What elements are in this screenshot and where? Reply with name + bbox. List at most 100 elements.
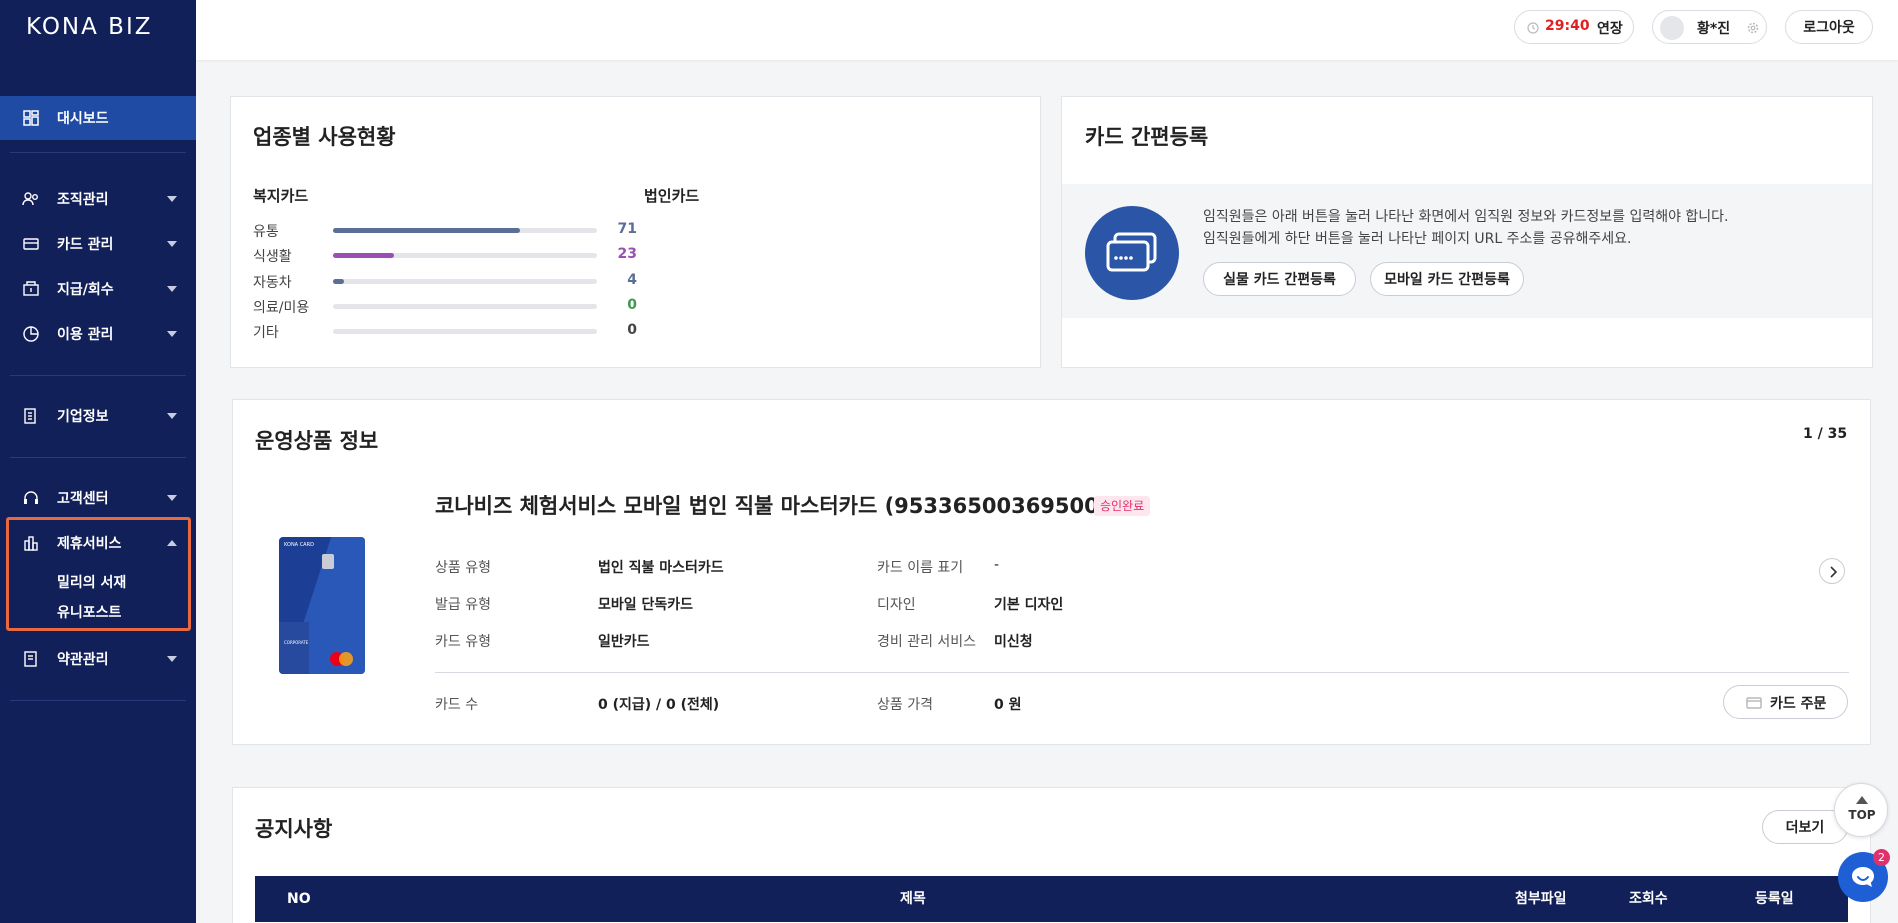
usage-bar-track [333, 329, 597, 334]
register-guide-line2: 임직원들에게 하단 버튼을 눌러 나타난 페이지 URL 주소를 공유해주세요. [1203, 231, 1632, 247]
price-label: 상품 가격 [877, 697, 933, 713]
card-icon [23, 238, 39, 250]
card-order-button[interactable]: 카드 주문 [1723, 685, 1848, 719]
status-badge: 승인완료 [1094, 496, 1151, 516]
usage-bar-fill [333, 253, 394, 258]
gear-icon[interactable] [1746, 21, 1760, 35]
sidebar-divider [10, 700, 186, 701]
usage-bar-track [333, 279, 597, 284]
chat-button[interactable]: 2 [1838, 849, 1890, 902]
chevron-down-icon [167, 413, 177, 419]
column-header-no[interactable]: NO [287, 876, 311, 922]
issue-type-value: 모바일 단독카드 [598, 597, 694, 613]
card-face-brand: KONA CARD [284, 542, 314, 548]
card-title: 업종별 사용현황 [253, 125, 396, 149]
clock-icon [1527, 22, 1539, 34]
design-label: 디자인 [877, 597, 916, 613]
sidebar-item-payment[interactable]: 지급/회수 [0, 267, 196, 311]
arrow-up-icon [1856, 796, 1868, 804]
user-profile[interactable]: 황*진 [1652, 10, 1767, 44]
design-value: 기본 디자인 [994, 597, 1064, 613]
usage-bar-fill [333, 228, 521, 233]
usage-bar-row: 유통 71 [253, 221, 637, 241]
credit-card-icon [1106, 232, 1157, 272]
sidebar-item-dashboard[interactable]: 대시보드 [0, 96, 196, 140]
usage-value: 4 [627, 272, 637, 288]
column-header-attachment[interactable]: 첨부파일 [1515, 876, 1567, 922]
sidebar-item-terms[interactable]: 약관관리 [0, 637, 196, 681]
sidebar-item-usage[interactable]: 이용 관리 [0, 312, 196, 356]
usage-category-label: 기타 [253, 325, 279, 341]
price-value: 0 원 [994, 697, 1022, 713]
sidebar: KONA BIZ 대시보드 조직관리 카드 관리 지급/회수 이용 관리 기업정… [0, 0, 196, 923]
product-type-value: 법인 직불 마스터카드 [598, 560, 724, 576]
chat-icon [1852, 867, 1874, 887]
expense-service-label: 경비 관리 서비스 [877, 634, 977, 650]
sidebar-item-organization[interactable]: 조직관리 [0, 177, 196, 221]
next-product-button[interactable] [1819, 558, 1845, 584]
top-bar: 29:40 연장 황*진 로그아웃 [196, 0, 1898, 60]
top-label: TOP [1848, 808, 1876, 822]
organization-icon [22, 192, 38, 206]
chevron-down-icon [167, 196, 177, 202]
name-display-value: - [994, 557, 1000, 573]
card-register-illustration [1085, 206, 1179, 300]
corporate-card-label: 법인카드 [644, 187, 700, 205]
physical-card-register-button[interactable]: 실물 카드 간편등록 [1203, 262, 1356, 296]
sidebar-item-company-info[interactable]: 기업정보 [0, 394, 196, 438]
card-chip [322, 554, 334, 569]
company-icon [24, 408, 36, 424]
sidebar-item-card-management[interactable]: 카드 관리 [0, 222, 196, 266]
card-title: 카드 간편등록 [1085, 125, 1209, 149]
usage-category-label: 의료/미용 [253, 300, 310, 316]
mobile-card-register-button[interactable]: 모바일 카드 간편등록 [1370, 262, 1524, 296]
issue-type-label: 발급 유형 [435, 597, 491, 613]
logout-button[interactable]: 로그아웃 [1785, 10, 1873, 44]
usage-bar-track [333, 228, 597, 233]
register-guide-line1: 임직원들은 아래 버튼을 눌러 나타난 화면에서 임직원 정보와 카드정보를 입… [1203, 209, 1729, 225]
notice-table-header: NO 제목 첨부파일 조회수 등록일 [255, 876, 1848, 922]
product-type-label: 상품 유형 [435, 560, 491, 576]
terms-document-icon [24, 651, 37, 667]
chat-badge: 2 [1873, 849, 1890, 866]
extend-button[interactable]: 연장 [1597, 18, 1623, 38]
name-display-label: 카드 이름 표기 [877, 560, 964, 576]
chevron-down-icon [167, 495, 177, 501]
user-name: 황*진 [1697, 21, 1731, 37]
card-face-tag: CORPORATE [284, 640, 309, 645]
info-divider [435, 672, 1849, 673]
sidebar-divider [10, 457, 186, 458]
notice-card: 공지사항 더보기 NO 제목 첨부파일 조회수 등록일 [232, 787, 1871, 923]
sidebar-item-label: 지급/회수 [57, 282, 114, 298]
sidebar-divider [10, 152, 186, 153]
expense-service-value: 미신청 [994, 634, 1033, 650]
card-count-label: 카드 수 [435, 697, 479, 713]
sidebar-item-label: 대시보드 [57, 111, 109, 127]
card-face-image: KONA CARD CORPORATE [279, 537, 365, 674]
usage-category-label: 자동차 [253, 275, 292, 291]
session-timer: 29:40 연장 [1514, 10, 1634, 44]
usage-bar-track [333, 253, 597, 258]
usage-bar-row: 의료/미용 0 [253, 297, 637, 317]
timer-value: 29:40 [1545, 18, 1590, 34]
kona-biz-logo[interactable]: KONA BIZ [26, 14, 153, 40]
usage-category-label: 유통 [253, 224, 279, 240]
column-header-date[interactable]: 등록일 [1755, 876, 1794, 922]
sidebar-item-label: 조직관리 [57, 192, 109, 208]
dashboard-icon [23, 110, 39, 126]
chevron-down-icon [167, 656, 177, 662]
chevron-down-icon [167, 241, 177, 247]
avatar [1660, 16, 1684, 40]
sidebar-item-customer-center[interactable]: 고객센터 [0, 476, 196, 520]
usage-category-label: 식생활 [253, 249, 292, 265]
card-title: 공지사항 [255, 817, 333, 841]
column-header-views[interactable]: 조회수 [1629, 876, 1668, 922]
scroll-top-button[interactable]: TOP [1834, 783, 1888, 837]
headset-icon [24, 491, 38, 504]
usage-value: 0 [627, 322, 637, 338]
column-header-title[interactable]: 제목 [900, 876, 926, 922]
industry-usage-card: 업종별 사용현황 복지카드 법인카드 유통 71 식생활 23 자동차 4 의료/미용 0 기타… [230, 96, 1041, 368]
payment-icon [23, 281, 39, 296]
usage-bar-row: 식생활 23 [253, 246, 637, 266]
sidebar-item-label: 카드 관리 [57, 237, 114, 253]
